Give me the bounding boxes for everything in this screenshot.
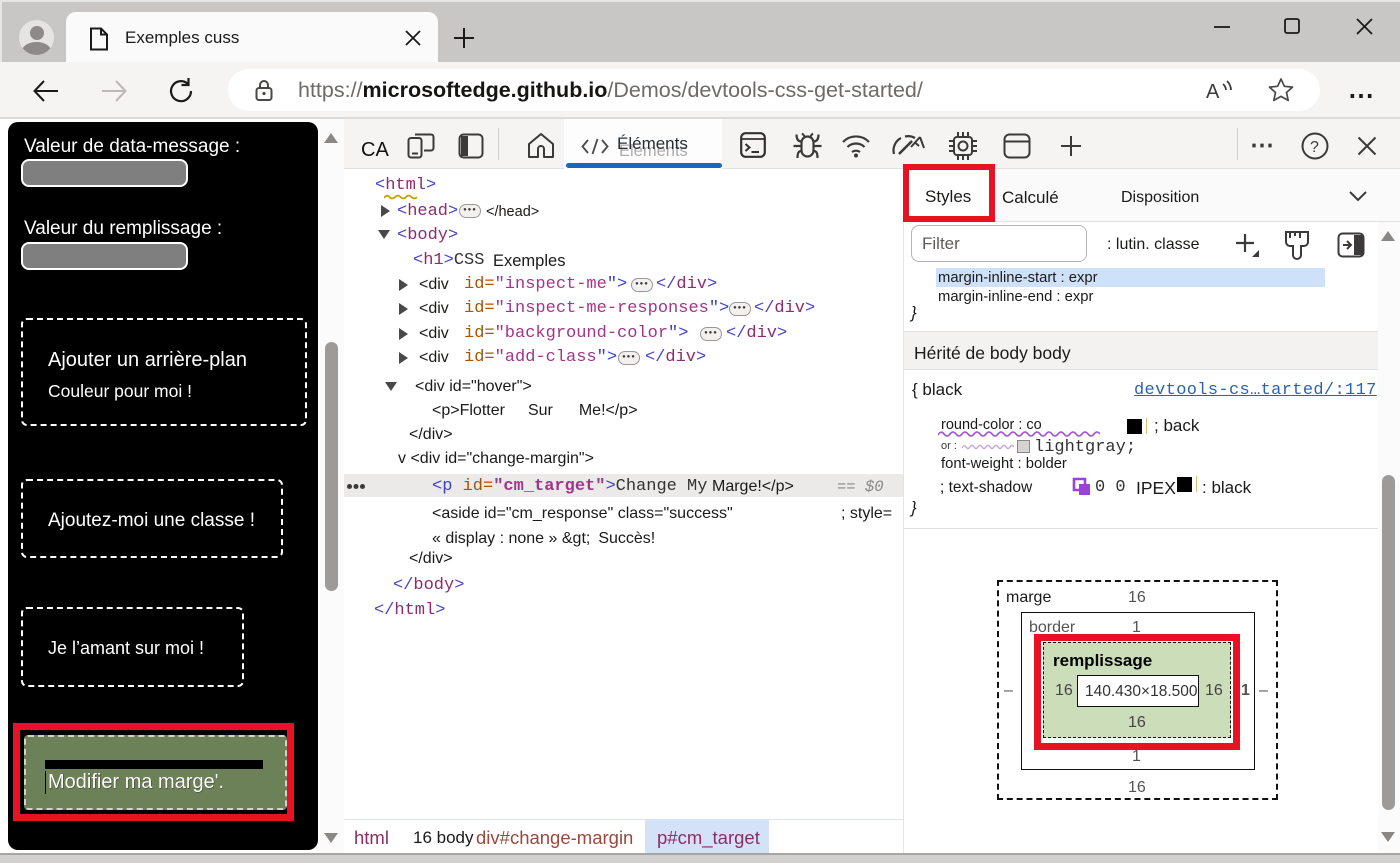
svg-text:A: A <box>1206 81 1220 103</box>
svg-text:?: ? <box>1310 139 1319 156</box>
